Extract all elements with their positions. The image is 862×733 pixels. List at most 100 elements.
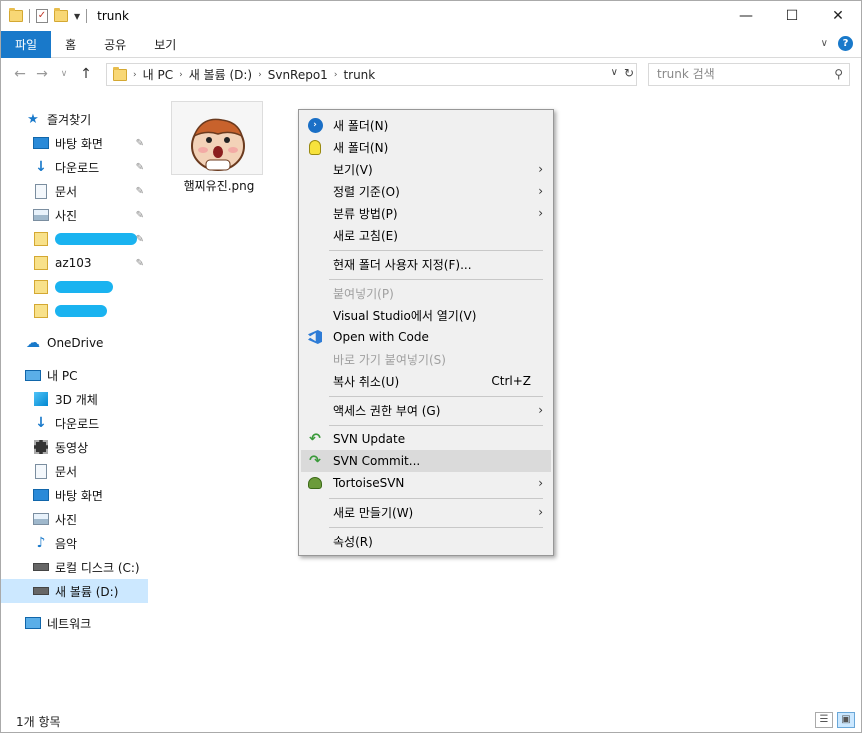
- sidebar-item-network[interactable]: 네트워크: [25, 611, 148, 635]
- view-toggle: ☰ ▣: [815, 712, 855, 728]
- up-icon[interactable]: ↑: [75, 66, 97, 82]
- chevron-right-icon[interactable]: ›: [334, 70, 338, 80]
- 3d-objects-icon: [34, 392, 48, 406]
- redacted-label: [55, 305, 107, 317]
- sidebar-item-volume-d[interactable]: 새 볼륨 (D:): [1, 579, 148, 603]
- pin-icon[interactable]: ✎: [136, 258, 144, 269]
- menu-item-customize-folder[interactable]: 현재 폴더 사용자 지정(F)...: [301, 253, 551, 275]
- minimize-button[interactable]: —: [723, 1, 769, 31]
- close-button[interactable]: ✕: [815, 1, 861, 31]
- folder-icon: [34, 280, 48, 294]
- recent-locations-icon[interactable]: ∨: [53, 69, 75, 79]
- menu-item-new-folder-bulb[interactable]: 새 폴더(N): [301, 136, 551, 158]
- menu-item-label: 분류 방법(P): [333, 206, 398, 221]
- menu-item-svn-commit[interactable]: ↷ SVN Commit...: [301, 450, 551, 472]
- address-bar[interactable]: › 내 PC › 새 볼륨 (D:) › SvnRepo1 › trunk ∨ …: [106, 63, 637, 86]
- menu-item-label: SVN Commit...: [333, 454, 421, 468]
- chevron-right-icon: ›: [538, 162, 543, 176]
- sidebar-item-label: 3D 개체: [55, 392, 98, 407]
- sidebar-item-pictures[interactable]: 사진: [33, 507, 148, 531]
- pin-icon[interactable]: ✎: [136, 162, 144, 173]
- sidebar-item-redacted-folder[interactable]: [33, 299, 148, 323]
- drive-icon: [33, 563, 49, 571]
- search-placeholder: trunk 검색: [657, 67, 715, 81]
- svn-commit-icon: ↷: [309, 453, 321, 469]
- pin-icon[interactable]: ✎: [136, 138, 144, 149]
- maximize-button[interactable]: ☐: [769, 1, 815, 31]
- sidebar-item-quick-access[interactable]: ★ 즐겨찾기: [25, 107, 148, 131]
- tab-file[interactable]: 파일: [1, 30, 52, 58]
- sidebar-item-pictures[interactable]: 사진 ✎: [33, 203, 148, 227]
- breadcrumb-volume-d[interactable]: 새 볼륨 (D:): [189, 66, 252, 83]
- breadcrumb-this-pc[interactable]: 내 PC: [143, 66, 173, 83]
- details-view-icon[interactable]: ☰: [815, 712, 833, 728]
- chevron-right-icon[interactable]: ›: [179, 70, 183, 80]
- sidebar-item-desktop[interactable]: 바탕 화면 ✎: [33, 131, 148, 155]
- search-icon[interactable]: ⚲: [834, 64, 843, 85]
- image-thumbnail: [171, 101, 263, 175]
- menu-item-view[interactable]: 보기(V) ›: [301, 158, 551, 180]
- sidebar-item-desktop[interactable]: 바탕 화면: [33, 483, 148, 507]
- sidebar-item-documents[interactable]: 문서 ✎: [33, 179, 148, 203]
- search-input[interactable]: trunk 검색 ⚲: [648, 63, 850, 86]
- forward-icon[interactable]: →: [31, 66, 53, 82]
- pin-icon[interactable]: ✎: [136, 210, 144, 221]
- menu-item-properties[interactable]: 속성(R): [301, 530, 551, 552]
- tab-share[interactable]: 공유: [90, 31, 140, 58]
- menu-item-svn-update[interactable]: ↶ SVN Update: [301, 428, 551, 450]
- sidebar-item-videos[interactable]: 동영상: [33, 435, 148, 459]
- menu-item-label: Visual Studio에서 열기(V): [333, 308, 477, 323]
- menu-item-open-in-visual-studio[interactable]: Visual Studio에서 열기(V): [301, 304, 551, 326]
- menu-item-sort-by[interactable]: 정렬 기준(O) ›: [301, 180, 551, 202]
- file-name[interactable]: 햄찌유진.png: [171, 177, 267, 194]
- sidebar-item-local-disk-c[interactable]: 로컬 디스크 (C:): [33, 555, 148, 579]
- menu-item-refresh[interactable]: 새로 고침(E): [301, 224, 551, 246]
- menu-item-group-by[interactable]: 분류 방법(P) ›: [301, 202, 551, 224]
- chevron-right-icon: ›: [538, 476, 543, 490]
- refresh-icon[interactable]: ↻: [624, 66, 634, 80]
- pin-icon[interactable]: ✎: [136, 234, 144, 245]
- menu-item-open-with-code[interactable]: Open with Code: [301, 326, 551, 348]
- breadcrumb-trunk[interactable]: trunk: [343, 68, 375, 82]
- expand-ribbon-icon[interactable]: ∨: [821, 38, 828, 49]
- sidebar-item-documents[interactable]: 문서: [33, 459, 148, 483]
- tab-view[interactable]: 보기: [140, 31, 190, 58]
- sidebar-item-label: 다운로드: [55, 160, 100, 175]
- menu-item-label: 보기(V): [333, 162, 373, 177]
- sidebar-item-music[interactable]: ♪ 음악: [33, 531, 148, 555]
- sidebar-item-az103[interactable]: az103 ✎: [33, 251, 148, 275]
- sidebar-item-this-pc[interactable]: 내 PC: [25, 363, 148, 387]
- divider: [86, 9, 88, 23]
- sidebar-item-redacted-folder[interactable]: [33, 275, 148, 299]
- sidebar-item-redacted-folder[interactable]: ✎: [33, 227, 148, 251]
- sidebar-item-label: 네트워크: [47, 616, 92, 631]
- menu-item-give-access[interactable]: 액세스 권한 부여 (G) ›: [301, 399, 551, 421]
- properties-icon[interactable]: ✓: [36, 9, 48, 23]
- menu-item-undo-copy[interactable]: 복사 취소(U) Ctrl+Z: [301, 370, 551, 392]
- file-item[interactable]: 햄찌유진.png: [171, 101, 267, 201]
- sidebar-item-downloads[interactable]: ↓ 다운로드 ✎: [33, 155, 148, 179]
- chevron-down-icon[interactable]: ∨: [611, 67, 618, 78]
- window-title: trunk: [97, 9, 129, 23]
- chevron-right-icon[interactable]: ›: [133, 70, 137, 80]
- menu-item-label: 새 폴더(N): [333, 140, 389, 155]
- menu-item-new[interactable]: 새로 만들기(W) ›: [301, 501, 551, 523]
- help-icon[interactable]: ?: [838, 36, 853, 51]
- download-icon: ↓: [35, 415, 47, 431]
- menu-item-label: TortoiseSVN: [333, 476, 405, 490]
- menu-item-label: 새로 만들기(W): [333, 505, 414, 520]
- customize-toolbar-icon[interactable]: ▼: [74, 12, 80, 21]
- back-icon[interactable]: ←: [9, 66, 31, 82]
- chevron-right-icon[interactable]: ›: [258, 70, 262, 80]
- tab-home[interactable]: 홈: [51, 31, 90, 58]
- breadcrumb-svnrepo1[interactable]: SvnRepo1: [268, 68, 328, 82]
- new-folder-icon[interactable]: [54, 8, 68, 22]
- pin-icon[interactable]: ✎: [136, 186, 144, 197]
- sidebar-item-3d-objects[interactable]: 3D 개체: [33, 387, 148, 411]
- item-count: 1개 항목: [16, 714, 61, 729]
- menu-item-tortoisesvn[interactable]: TortoiseSVN ›: [301, 472, 551, 494]
- menu-item-new-folder-powershell[interactable]: › 새 폴더(N): [301, 114, 551, 136]
- large-icons-view-icon[interactable]: ▣: [837, 712, 855, 728]
- sidebar-item-onedrive[interactable]: ☁ OneDrive: [25, 331, 148, 355]
- sidebar-item-downloads[interactable]: ↓ 다운로드: [33, 411, 148, 435]
